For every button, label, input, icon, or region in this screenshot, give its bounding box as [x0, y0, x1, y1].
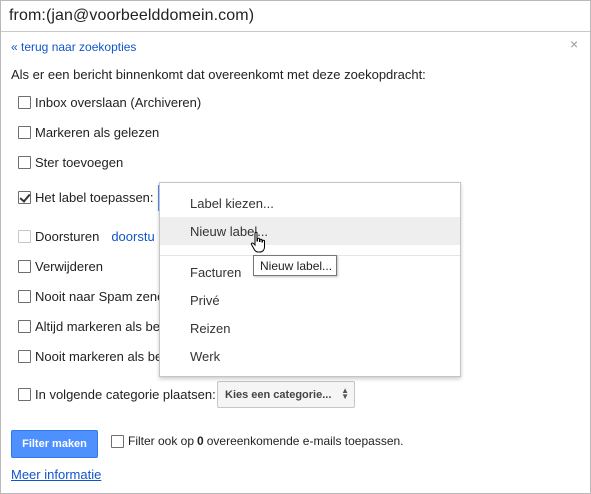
- delete-checkbox[interactable]: [18, 259, 31, 273]
- never-spam-label: Nooit naar Spam zenc: [35, 288, 164, 304]
- option-always-important[interactable]: Altijd markeren als be: [18, 317, 160, 335]
- apply-existing-prefix: Filter ook op: [128, 434, 195, 448]
- search-query-text: from:(jan@voorbeelddomein.com): [9, 7, 255, 24]
- option-delete[interactable]: Verwijderen: [18, 257, 103, 275]
- option-apply-to-existing[interactable]: Filter ook op 0 overeenkomende e-mails t…: [111, 432, 404, 450]
- filter-intro-text: Als er een bericht binnenkomt dat overee…: [11, 67, 426, 82]
- option-skip-inbox[interactable]: Inbox overslaan (Archiveren): [18, 93, 201, 111]
- apply-existing-suffix: overeenkomende e-mails toepassen.: [206, 434, 404, 448]
- always-important-label: Altijd markeren als be: [35, 318, 160, 334]
- never-important-checkbox[interactable]: [18, 349, 31, 363]
- option-never-important[interactable]: Nooit markeren als be: [18, 347, 162, 365]
- forward-checkbox[interactable]: [18, 229, 31, 243]
- close-icon[interactable]: ×: [570, 36, 578, 52]
- more-info-link[interactable]: Meer informatie: [11, 467, 101, 482]
- category-select[interactable]: Kies een categorie... ▲ ▼: [217, 381, 355, 408]
- always-important-checkbox[interactable]: [18, 319, 31, 333]
- forward-address-link[interactable]: doorstu: [111, 229, 154, 244]
- label-dropdown-menu: Label kiezen... Nieuw label... Facturen …: [159, 182, 461, 377]
- skip-inbox-label: Inbox overslaan (Archiveren): [35, 94, 202, 110]
- hand-cursor-icon: [250, 231, 265, 253]
- category-checkbox[interactable]: [18, 387, 31, 401]
- mark-read-label: Markeren als gelezen: [35, 124, 160, 140]
- category-label: In volgende categorie plaatsen:: [35, 386, 216, 402]
- apply-label-label: Het label toepassen:: [35, 189, 154, 205]
- option-star[interactable]: Ster toevoegen: [18, 153, 123, 171]
- option-mark-read[interactable]: Markeren als gelezen: [18, 123, 159, 141]
- never-spam-checkbox[interactable]: [18, 289, 31, 303]
- select-arrows-icon: ▲ ▼: [341, 386, 349, 401]
- option-forward[interactable]: Doorsturen doorstu: [18, 227, 155, 245]
- forward-label: Doorsturen: [35, 228, 100, 244]
- back-to-search-options-link[interactable]: « terug naar zoekopties: [11, 40, 136, 54]
- mark-read-checkbox[interactable]: [18, 125, 31, 139]
- create-filter-button[interactable]: Filter maken: [11, 430, 98, 458]
- option-category[interactable]: In volgende categorie plaatsen:: [18, 385, 216, 403]
- star-checkbox[interactable]: [18, 155, 31, 169]
- menu-item-label[interactable]: Reizen: [160, 314, 460, 342]
- filter-dialog: from:(jan@voorbeelddomein.com) « terug n…: [0, 0, 591, 494]
- option-never-spam[interactable]: Nooit naar Spam zenc: [18, 287, 164, 305]
- menu-item-label[interactable]: Privé: [160, 286, 460, 314]
- apply-existing-count: 0: [197, 434, 204, 448]
- new-label-tooltip: Nieuw label...: [253, 255, 337, 276]
- apply-label-checkbox[interactable]: [18, 190, 31, 204]
- skip-inbox-checkbox[interactable]: [18, 95, 31, 109]
- star-label: Ster toevoegen: [35, 154, 124, 170]
- category-select-value: Kies een categorie...: [225, 388, 332, 401]
- never-important-label: Nooit markeren als be: [35, 348, 163, 364]
- option-apply-label[interactable]: Het label toepassen:: [18, 188, 154, 206]
- menu-item-new-label[interactable]: Nieuw label...: [160, 217, 460, 245]
- apply-existing-checkbox[interactable]: [111, 434, 124, 448]
- menu-item-label[interactable]: Werk: [160, 342, 460, 370]
- search-query-bar[interactable]: from:(jan@voorbeelddomein.com): [1, 1, 590, 32]
- menu-item-choose-label[interactable]: Label kiezen...: [160, 189, 460, 217]
- delete-label: Verwijderen: [35, 258, 103, 274]
